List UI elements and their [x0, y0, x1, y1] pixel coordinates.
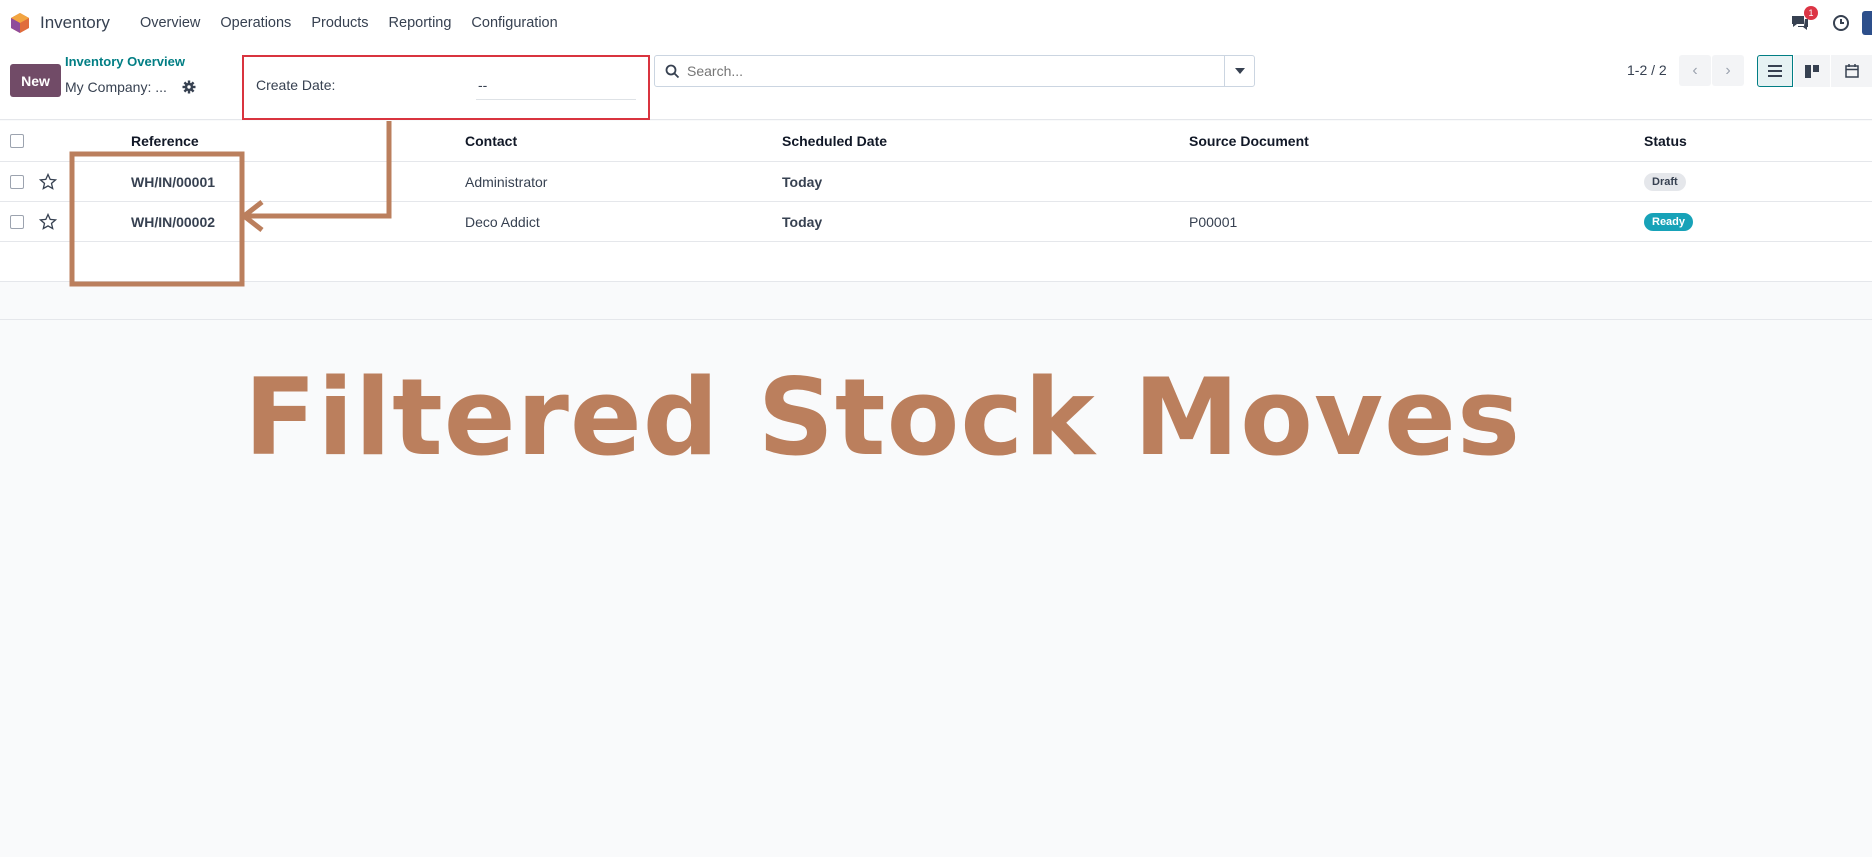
notification-badge: 1: [1804, 6, 1818, 20]
star-icon[interactable]: [39, 173, 57, 191]
search-input[interactable]: [687, 60, 1207, 82]
cell-reference: WH/IN/00001: [131, 174, 216, 190]
pager-value[interactable]: 1-2 / 2: [1627, 62, 1667, 78]
kanban-view-button[interactable]: [1794, 55, 1830, 87]
new-button[interactable]: New: [10, 64, 61, 97]
create-date-value[interactable]: --: [478, 77, 487, 93]
menu-operations[interactable]: Operations: [220, 15, 291, 31]
user-avatar[interactable]: [1862, 11, 1872, 35]
menu-products[interactable]: Products: [311, 15, 368, 31]
cell-contact: Administrator: [465, 174, 548, 190]
calendar-icon: [1844, 64, 1859, 78]
search-bar[interactable]: [654, 55, 1255, 87]
favorite-star-cell[interactable]: [39, 162, 57, 202]
status-badge: Ready: [1644, 213, 1694, 231]
app-brand[interactable]: Inventory: [10, 12, 130, 34]
create-date-underline: [476, 99, 636, 100]
column-header-status[interactable]: Status: [1644, 121, 1687, 161]
star-icon[interactable]: [39, 213, 57, 231]
list-view-button[interactable]: [1757, 55, 1793, 87]
kanban-view-icon: [1805, 64, 1819, 78]
messaging-button[interactable]: 1: [1790, 6, 1818, 34]
breadcrumb-inventory-overview[interactable]: Inventory Overview: [65, 54, 185, 69]
cell-scheduled-date: Today: [782, 214, 823, 230]
search-options-toggle[interactable]: [1224, 56, 1254, 86]
menu-configuration[interactable]: Configuration: [471, 15, 557, 31]
column-header-contact[interactable]: Contact: [465, 121, 517, 161]
create-date-filter-box[interactable]: Create Date: --: [242, 55, 650, 120]
gear-icon[interactable]: [182, 80, 196, 94]
column-header-scheduled-date[interactable]: Scheduled Date: [782, 121, 887, 161]
stock-moves-list: Reference Contact Scheduled Date Source …: [0, 121, 1872, 320]
empty-table-row: [0, 282, 1872, 320]
column-header-reference[interactable]: Reference: [131, 121, 199, 161]
top-navbar: Inventory Overview Operations Products R…: [0, 0, 1872, 46]
table-row[interactable]: WH/IN/00001 Administrator Today Draft: [0, 162, 1872, 202]
table-header: Reference Contact Scheduled Date Source …: [0, 121, 1872, 162]
odoo-app-icon: [11, 13, 29, 33]
empty-table-row: [0, 242, 1872, 282]
cell-contact: Deco Addict: [465, 214, 540, 230]
list-view-icon: [1768, 65, 1782, 77]
navbar-systray: 1: [1790, 0, 1872, 46]
pager-next-button[interactable]: ›: [1712, 55, 1744, 86]
cell-status: Draft: [1644, 162, 1686, 202]
search-icon: [665, 64, 680, 79]
chevron-left-icon: ‹: [1692, 61, 1698, 79]
column-header-source-document[interactable]: Source Document: [1189, 121, 1309, 161]
cell-scheduled-date: Today: [782, 174, 823, 190]
row-checkbox[interactable]: [10, 175, 24, 189]
select-all-checkbox[interactable]: [10, 134, 24, 148]
calendar-view-button[interactable]: [1831, 55, 1872, 87]
activity-clock-icon[interactable]: [1832, 14, 1850, 32]
create-date-label: Create Date:: [256, 77, 336, 93]
row-select-cell[interactable]: [10, 202, 24, 242]
cell-source-document: P00001: [1189, 214, 1238, 230]
menu-overview[interactable]: Overview: [140, 15, 200, 31]
row-checkbox[interactable]: [10, 215, 24, 229]
app-title[interactable]: Inventory: [40, 13, 110, 33]
table-row[interactable]: WH/IN/00002 Deco Addict Today P00001 Rea…: [0, 202, 1872, 242]
cell-status: Ready: [1644, 202, 1694, 242]
caret-down-icon: [1234, 68, 1245, 74]
overlay-title: Filtered Stock Moves: [244, 356, 1522, 479]
menu-reporting[interactable]: Reporting: [389, 15, 452, 31]
cell-reference: WH/IN/00002: [131, 214, 216, 230]
favorite-star-cell[interactable]: [39, 202, 57, 242]
row-select-cell[interactable]: [10, 162, 24, 202]
status-badge: Draft: [1644, 173, 1686, 191]
company-filter[interactable]: My Company: ...: [65, 79, 167, 95]
chevron-right-icon: ›: [1725, 61, 1731, 79]
select-all-cell[interactable]: [10, 121, 24, 161]
pager-previous-button[interactable]: ‹: [1679, 55, 1711, 86]
